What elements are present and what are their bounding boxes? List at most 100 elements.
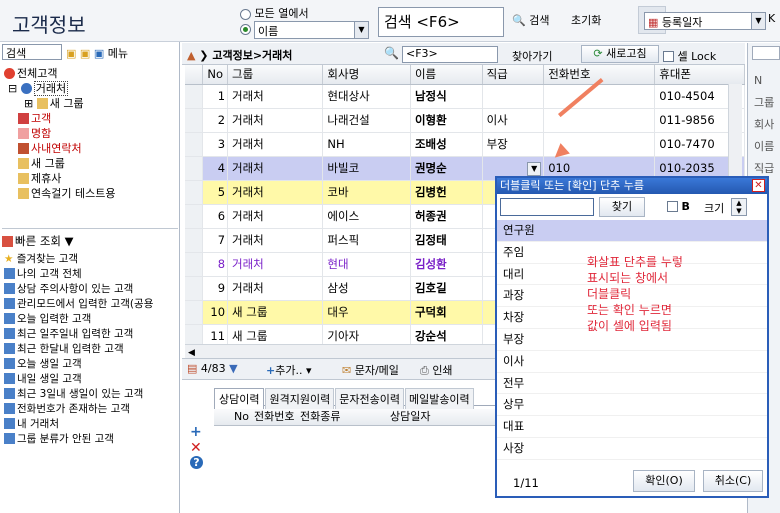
quick-item[interactable]: 나의 고객 전체 <box>4 267 180 282</box>
table-cell[interactable]: 거래처 <box>227 252 324 277</box>
row-selector[interactable] <box>185 156 204 181</box>
table-cell[interactable]: 삼성 <box>322 276 411 301</box>
row-selector[interactable] <box>185 300 204 325</box>
cell-lock-checkbox[interactable]: 셀 Lock <box>663 48 716 64</box>
close-icon[interactable]: ✕ <box>752 179 765 192</box>
table-cell[interactable]: 거래처 <box>227 204 324 229</box>
delete-icon[interactable]: ✕ <box>190 440 203 456</box>
quick-item[interactable]: 관리모드에서 입력한 고객(공용 <box>4 297 180 312</box>
tab-sms[interactable]: 문자전송이력 <box>335 388 404 410</box>
table-cell[interactable]: 5 <box>202 180 229 205</box>
table-cell[interactable]: 거래처 <box>227 156 324 181</box>
table-cell[interactable]: 코바 <box>322 180 411 205</box>
table-cell[interactable]: 8 <box>202 252 229 277</box>
table-cell[interactable]: 6 <box>202 204 229 229</box>
table-cell[interactable]: 구덕회 <box>410 300 483 325</box>
down-arrow-icon[interactable]: ▼ <box>229 362 237 375</box>
help-icon[interactable]: ? <box>190 456 203 469</box>
row-selector[interactable] <box>185 252 204 277</box>
add-folder-icon[interactable]: ▣ <box>66 47 76 60</box>
col-header-group[interactable]: 그룹 <box>227 65 324 85</box>
quick-item[interactable]: 최근 3일내 생일이 있는 고객 <box>4 387 180 402</box>
chevron-down-icon[interactable]: ▼ <box>527 161 542 176</box>
search-input[interactable]: 검색 <F6> <box>378 7 504 37</box>
row-selector[interactable] <box>185 84 204 109</box>
table-cell[interactable]: NH <box>322 132 411 157</box>
window-icon[interactable]: ▣ <box>94 47 104 60</box>
tab-remote[interactable]: 원격지원이력 <box>265 388 335 410</box>
row-selector[interactable] <box>185 180 204 205</box>
sort-select[interactable]: ▦ 등록일자 ▼ <box>644 12 766 30</box>
table-cell[interactable]: 허종권 <box>410 204 483 229</box>
quick-item[interactable]: 최근 한달내 입력한 고객 <box>4 342 180 357</box>
col-header-title[interactable]: 직급 <box>482 65 545 85</box>
popup-search-button[interactable]: 찾기 <box>599 197 645 217</box>
table-cell[interactable]: 거래처 <box>227 180 324 205</box>
table-cell[interactable]: 에이스 <box>322 204 411 229</box>
table-cell[interactable]: 새 그룹 <box>227 300 324 325</box>
table-cell[interactable]: 거래처 <box>227 276 324 301</box>
radio-field[interactable] <box>240 22 251 35</box>
add-button[interactable]: +추가.. ▾ <box>266 362 311 378</box>
popup-list-item[interactable]: 전무 <box>497 373 767 395</box>
tree-item-customer[interactable]: 고객 <box>4 111 179 126</box>
quick-item[interactable]: 최근 일주일내 입력한 고객 <box>4 327 180 342</box>
tree-item-new-group[interactable]: ⊞ 새 그룹 <box>4 96 179 111</box>
folder-icon[interactable]: ▣ <box>80 47 90 60</box>
popup-list-item[interactable]: 이사 <box>497 351 767 373</box>
right-panel-tab[interactable] <box>752 46 780 60</box>
table-cell[interactable]: 김호길 <box>410 276 483 301</box>
tree-item-card[interactable]: 명함 <box>4 126 179 141</box>
quick-item[interactable]: 전화번호가 존재하는 고객 <box>4 402 180 417</box>
table-cell[interactable]: 퍼스픽 <box>322 228 411 253</box>
find-button[interactable]: 찾아가기 <box>512 48 552 64</box>
quick-item[interactable]: 그룹 분류가 안된 고객 <box>4 432 180 447</box>
table-cell[interactable]: 권명순 <box>410 156 483 181</box>
table-cell[interactable]: 7 <box>202 228 229 253</box>
reset-button[interactable]: 초기화 <box>571 12 601 28</box>
tree-item-affiliate[interactable]: 제휴사 <box>4 171 179 186</box>
table-cell[interactable]: 김성환 <box>410 252 483 277</box>
find-input[interactable]: <F3> <box>402 46 498 63</box>
print-button[interactable]: ⎙ 인쇄 <box>420 362 453 378</box>
table-cell[interactable]: 거래처 <box>227 132 324 157</box>
sub-col-phone-type[interactable]: 전화종류 <box>300 409 390 425</box>
sms-button[interactable]: ✉ 문자/메일 <box>342 362 399 378</box>
popup-search-input[interactable] <box>500 198 594 216</box>
quick-item[interactable]: 내일 생일 고객 <box>4 372 180 387</box>
table-cell[interactable]: 나래건설 <box>322 108 411 133</box>
row-selector[interactable] <box>185 132 204 157</box>
table-cell[interactable]: 부장 <box>482 132 545 157</box>
tree-item-internal[interactable]: 사내연락처 <box>4 141 179 156</box>
table-cell[interactable]: 2 <box>202 108 229 133</box>
quick-item[interactable]: 내 거래처 <box>4 417 180 432</box>
quick-item[interactable]: ★ 즐겨찾는 고객 <box>4 252 180 267</box>
tree-item-new-group-2[interactable]: 새 그룹 <box>4 156 179 171</box>
table-cell[interactable]: 현대 <box>322 252 411 277</box>
ok-button[interactable]: 확인(O) <box>633 470 695 492</box>
row-selector[interactable] <box>185 204 204 229</box>
sidebar-search-input[interactable]: 검색 <box>2 44 62 60</box>
sub-col-date[interactable]: 상담일자 <box>390 410 430 423</box>
col-header-mobile[interactable]: 휴대폰 <box>654 65 745 85</box>
table-cell[interactable]: 이형환 <box>410 108 483 133</box>
cancel-button[interactable]: 취소(C) <box>703 470 763 492</box>
col-header-company[interactable]: 회사명 <box>322 65 411 85</box>
quick-search-header[interactable]: 빠른 조회 ▼ <box>2 228 178 248</box>
table-cell[interactable]: 4 <box>202 156 229 181</box>
refresh-button[interactable]: ⟳ 새로고침 <box>581 45 659 63</box>
table-row[interactable]: 3 거래처 NH 조배성 부장 010-7470 <box>185 132 745 157</box>
popup-list-item[interactable]: 사장 <box>497 438 767 460</box>
tab-mail[interactable]: 메일발송이력 <box>404 388 474 410</box>
table-cell[interactable]: 거래처 <box>227 228 324 253</box>
col-header-name[interactable]: 이름 <box>410 65 483 85</box>
bold-checkbox[interactable]: B <box>667 200 690 213</box>
sub-col-phone[interactable]: 전화번호 <box>254 409 300 425</box>
field-select[interactable]: 이름 ▼ <box>254 21 369 39</box>
table-cell[interactable]: 10 <box>202 300 229 325</box>
row-selector[interactable] <box>185 276 204 301</box>
table-cell[interactable]: 9 <box>202 276 229 301</box>
row-selector[interactable] <box>185 228 204 253</box>
quick-item[interactable]: 상담 주의사항이 있는 고객 <box>4 282 180 297</box>
chevron-left-icon[interactable]: ◀ <box>185 348 195 358</box>
